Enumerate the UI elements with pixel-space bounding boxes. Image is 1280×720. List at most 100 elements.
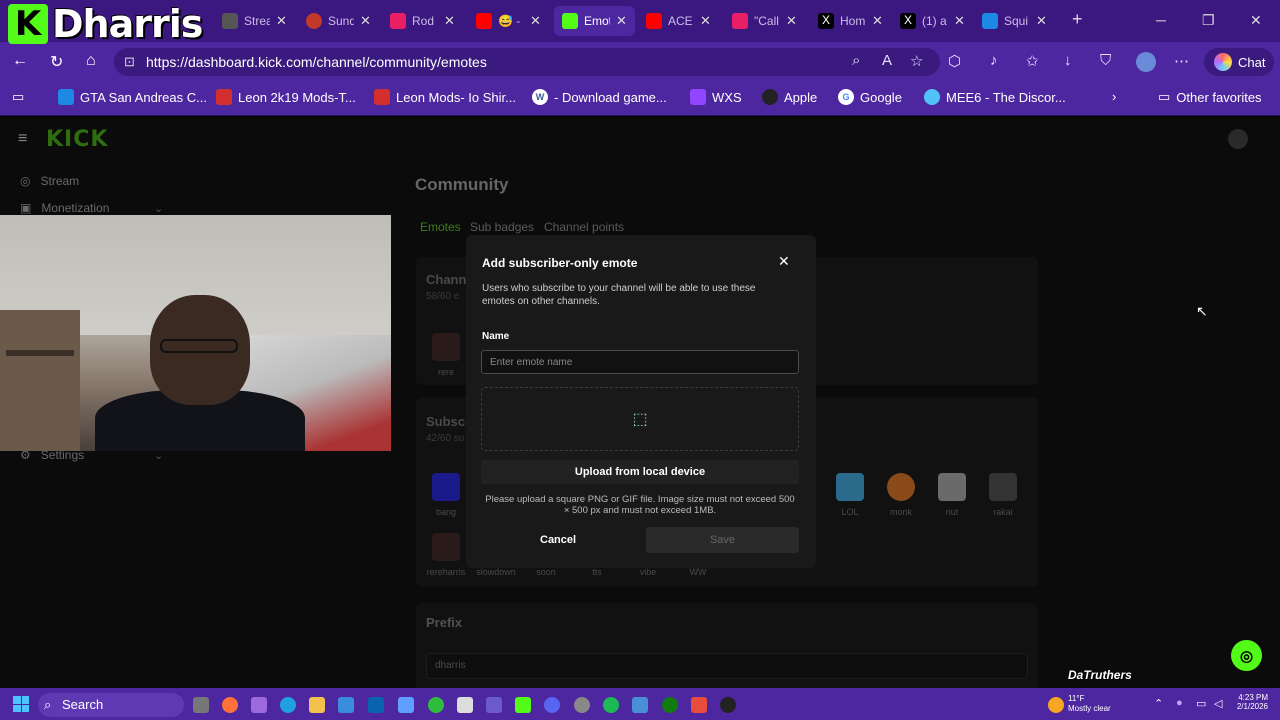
weather-icon[interactable]	[1048, 697, 1064, 713]
emote-name-input[interactable]	[481, 350, 799, 374]
home-icon[interactable]: ⌂	[86, 52, 96, 70]
browser-tab[interactable]: X Hom ✕	[810, 6, 891, 36]
browser-tab[interactable]: Sund ✕	[298, 6, 379, 36]
chevron-up-icon[interactable]: ⌃	[1154, 697, 1170, 713]
emote-item[interactable]: rere	[426, 333, 466, 377]
favorite-star-icon[interactable]: ☆	[910, 52, 923, 70]
emote-item[interactable]: nut	[932, 473, 972, 517]
discord-icon[interactable]	[544, 697, 560, 713]
emote-dropzone[interactable]: ⬚	[481, 387, 799, 451]
search-page-icon[interactable]: ⌕	[852, 52, 860, 69]
support-chat-button[interactable]: ◎	[1231, 640, 1262, 671]
close-icon[interactable]: ✕	[1036, 13, 1047, 29]
close-icon[interactable]: ✕	[786, 13, 797, 29]
back-icon[interactable]: ←	[12, 52, 28, 70]
browser-tab[interactable]: Strea ✕	[214, 6, 295, 36]
emote-item[interactable]: monk	[881, 473, 921, 517]
prefix-input[interactable]: dharris	[426, 653, 1028, 679]
upload-from-device-button[interactable]: Upload from local device	[481, 460, 799, 484]
other-favorites[interactable]: ▭ Other favorites	[1158, 89, 1262, 105]
close-icon[interactable]: ✕	[276, 13, 287, 29]
hamburger-menu-icon[interactable]: ≡	[18, 130, 27, 148]
browser-tab[interactable]: "Call ✕	[724, 6, 805, 36]
app-icon[interactable]	[428, 697, 444, 713]
emote-item[interactable]: rereharris	[426, 533, 466, 577]
chevron-right-icon[interactable]: ›	[1112, 89, 1116, 104]
browser-tab[interactable]: X (1) a ✕	[892, 6, 973, 36]
bookmark-item[interactable]: G Google	[838, 89, 902, 105]
mic-icon[interactable]: ●	[1176, 697, 1192, 713]
bookmark-item[interactable]: GTA San Andreas C...	[58, 89, 207, 105]
taskbar-search[interactable]: Search	[38, 693, 184, 717]
clock[interactable]: 4:23 PM 2/1/2026	[1228, 693, 1268, 711]
sidebar-toggle-icon[interactable]: ▭	[12, 89, 24, 105]
spotify-icon[interactable]	[603, 697, 619, 713]
new-tab-button[interactable]: +	[1072, 9, 1083, 30]
edge-icon[interactable]	[280, 697, 296, 713]
settings-app-icon[interactable]	[574, 697, 590, 713]
close-icon[interactable]: ✕	[444, 13, 455, 29]
network-icon[interactable]: ▭	[1196, 697, 1212, 713]
download-icon[interactable]: ↓	[1064, 52, 1072, 69]
site-info-icon[interactable]: ⊡	[124, 54, 135, 70]
copilot-chat-button[interactable]: Chat	[1204, 48, 1274, 76]
tab-channel-points[interactable]: Channel points	[544, 220, 624, 234]
cancel-button[interactable]: Cancel	[540, 534, 576, 546]
minimize-button[interactable]: ─	[1156, 12, 1166, 28]
windows-start-icon[interactable]	[13, 696, 29, 712]
emote-item[interactable]: LOL	[830, 473, 870, 517]
more-options-icon[interactable]: ⋯	[1174, 52, 1189, 70]
browser-tab-active[interactable]: Emot ✕	[554, 6, 635, 36]
browser-tab[interactable]: Squi ✕	[974, 6, 1055, 36]
profile-avatar[interactable]	[1136, 52, 1156, 72]
close-icon[interactable]: ✕	[872, 13, 883, 29]
store-icon[interactable]	[338, 697, 354, 713]
file-explorer-icon[interactable]	[309, 697, 325, 713]
photos-icon[interactable]	[398, 697, 414, 713]
emote-item[interactable]: rakai	[983, 473, 1023, 517]
bookmark-item[interactable]: Leon Mods- Io Shir...	[374, 89, 516, 105]
weather-widget[interactable]: 11°F Mostly clear	[1068, 694, 1111, 714]
tab-emotes[interactable]: Emotes	[420, 220, 461, 234]
bookmark-item[interactable]: WXS	[690, 89, 742, 105]
close-icon[interactable]: ✕	[700, 13, 711, 29]
browser-tab[interactable]: ACE ✕	[638, 6, 719, 36]
refresh-icon[interactable]: ↻	[50, 52, 63, 72]
close-icon[interactable]: ✕	[360, 13, 371, 29]
address-bar[interactable]: https://dashboard.kick.com/channel/commu…	[114, 48, 940, 76]
app-icon[interactable]	[457, 697, 473, 713]
tab-sub-badges[interactable]: Sub badges	[470, 220, 534, 234]
read-aloud-icon[interactable]: A	[882, 52, 892, 69]
bookmark-item[interactable]: Apple	[762, 89, 817, 105]
browser-tab[interactable]: Rod ✕	[382, 6, 463, 36]
browser-essentials-icon[interactable]: ♪	[990, 52, 998, 69]
restore-button[interactable]: ❐	[1202, 12, 1215, 29]
close-icon[interactable]: ✕	[530, 13, 541, 29]
emote-item[interactable]: bang	[426, 473, 466, 517]
close-window-button[interactable]: ✕	[1250, 12, 1262, 29]
close-icon[interactable]: ✕	[616, 13, 627, 29]
xbox-icon[interactable]	[662, 697, 678, 713]
save-button[interactable]: Save	[646, 527, 799, 553]
bookmark-item[interactable]: W- Download game...	[532, 89, 667, 105]
browser-tab[interactable]: 😅 - ✕	[468, 6, 549, 36]
close-icon[interactable]: ✕	[778, 253, 790, 270]
copilot-app-icon[interactable]	[251, 697, 267, 713]
app-icon[interactable]	[632, 697, 648, 713]
app-icon[interactable]	[486, 697, 502, 713]
bookmark-item[interactable]: MEE6 - The Discor...	[924, 89, 1066, 105]
sidebar-item-monetization[interactable]: ▣ Monetization ⌄	[20, 201, 163, 215]
kick-logo[interactable]: KICK	[46, 127, 108, 152]
task-view-icon[interactable]	[193, 697, 209, 713]
firefox-icon[interactable]	[222, 697, 238, 713]
kick-app-icon[interactable]	[515, 697, 531, 713]
extensions-icon[interactable]: ⬡	[948, 52, 961, 70]
shield-icon[interactable]: ⛉	[1100, 52, 1111, 69]
close-icon[interactable]: ✕	[954, 13, 965, 29]
bookmark-item[interactable]: Leon 2k19 Mods-T...	[216, 89, 356, 105]
app-icon[interactable]	[691, 697, 707, 713]
sidebar-item-stream[interactable]: ◎ Stream	[20, 174, 79, 188]
favorites-icon[interactable]: ✩	[1026, 52, 1039, 70]
obs-icon[interactable]	[720, 697, 736, 713]
user-avatar[interactable]	[1228, 129, 1248, 149]
